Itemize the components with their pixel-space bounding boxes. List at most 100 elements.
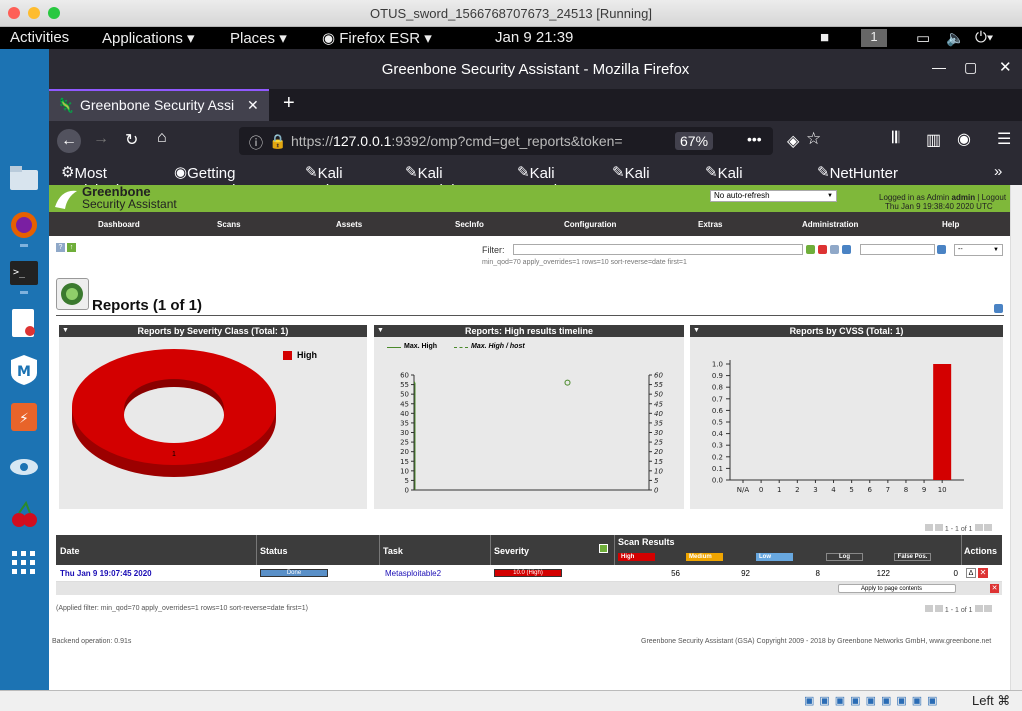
timeline-panel-header[interactable]: ▼ Reports: High results timeline	[374, 325, 684, 337]
workspace-indicator[interactable]: 1	[861, 29, 887, 47]
task-link[interactable]: Metasploitable2	[385, 569, 441, 578]
bookmark-kali-training[interactable]: ✎ Kali Training	[405, 163, 471, 199]
upload-icon[interactable]: ↑	[67, 243, 76, 252]
logout-link[interactable]: Logout	[982, 193, 1006, 202]
delete-icon[interactable]: ✕	[978, 568, 988, 578]
menu-help[interactable]: Help	[942, 220, 959, 229]
files-icon[interactable]	[8, 162, 40, 194]
col-high[interactable]: High	[618, 553, 655, 561]
cherrytree-icon[interactable]	[8, 499, 40, 531]
col-low[interactable]: Low	[756, 553, 793, 561]
pocket-icon[interactable]: ◈	[787, 131, 799, 151]
menu-administration[interactable]: Administration	[802, 220, 858, 229]
last-page-icon[interactable]	[984, 524, 993, 531]
display-icon[interactable]: ▭	[916, 29, 930, 47]
close-icon[interactable]: ✕	[999, 58, 1012, 76]
next-page-icon[interactable]	[974, 524, 983, 531]
hamburger-menu-icon[interactable]: ☰	[997, 129, 1011, 149]
bookmark-kali-forums[interactable]: ✎ Kali Forums	[705, 163, 768, 199]
forward-button[interactable]: →	[93, 130, 109, 148]
account-icon[interactable]: ◉	[957, 129, 971, 149]
col-false-pos[interactable]: False Pos.	[894, 553, 931, 561]
back-button[interactable]: ←	[57, 129, 81, 153]
col-log[interactable]: Log	[826, 553, 863, 561]
minimize-icon[interactable]: —	[932, 59, 946, 75]
collapse-icon[interactable]: ▼	[62, 325, 69, 337]
volume-icon[interactable]: 🔈	[946, 29, 965, 47]
zoom-level[interactable]: 67%	[675, 132, 714, 150]
bulk-delete-icon[interactable]: ✕	[990, 584, 999, 593]
burpsuite-icon[interactable]: ⚡	[8, 401, 40, 433]
filter-help-icon[interactable]	[830, 245, 839, 254]
vm-device-icons[interactable]: ▣▣▣▣▣▣▣▣▣	[804, 694, 943, 707]
page-actions-icon[interactable]: •••	[747, 131, 762, 147]
delta-icon[interactable]: Δ	[966, 568, 976, 578]
metasploit-icon[interactable]: M	[8, 354, 40, 386]
username-link[interactable]: admin	[952, 193, 976, 202]
next-page-icon[interactable]	[974, 605, 983, 612]
new-tab-button[interactable]: +	[283, 92, 295, 115]
eye-icon[interactable]	[8, 451, 40, 483]
bookmark-nethunter[interactable]: ✎ NetHunter	[817, 163, 898, 182]
places-menu[interactable]: Places ▾	[230, 29, 287, 47]
bookmark-kali-linux[interactable]: ✎ Kali Linux	[305, 163, 353, 199]
severity-panel-header[interactable]: ▼ Reports by Severity Class (Total: 1)	[59, 325, 367, 337]
collapse-icon[interactable]: ▼	[693, 325, 700, 337]
severity-filter-icon[interactable]	[599, 544, 608, 553]
save-filter-icon[interactable]	[937, 245, 946, 254]
menu-assets[interactable]: Assets	[336, 220, 362, 229]
help-icon[interactable]: ?	[56, 243, 65, 252]
activities-button[interactable]: Activities	[10, 29, 69, 46]
bookmarks-overflow-icon[interactable]: »	[994, 163, 1002, 180]
menu-extras[interactable]: Extras	[698, 220, 722, 229]
col-date[interactable]: Date	[60, 546, 80, 556]
clock[interactable]: Jan 9 21:39	[495, 29, 573, 46]
camera-icon[interactable]: ■	[820, 29, 829, 46]
page-scrollbar[interactable]	[1010, 185, 1022, 690]
first-page-icon[interactable]	[925, 605, 933, 612]
collapse-icon[interactable]: ▼	[377, 325, 384, 337]
library-icon[interactable]: 𝄃𝄃	[892, 130, 899, 148]
sidebar-icon[interactable]: ▥	[926, 130, 941, 150]
bookmark-getting-started[interactable]: ◉ Getting Started	[174, 163, 235, 199]
col-medium[interactable]: Medium	[686, 553, 723, 561]
refresh-filter-icon[interactable]	[806, 245, 815, 254]
prev-page-icon[interactable]	[934, 605, 943, 612]
info-icon[interactable]: ⓘ	[249, 133, 263, 153]
firefox-app-menu[interactable]: ◉ Firefox ESR ▾	[322, 29, 432, 47]
prev-page-icon[interactable]	[934, 524, 943, 531]
auto-refresh-select[interactable]: No auto-refresh ▼	[710, 190, 837, 202]
edit-dashboard-icon[interactable]	[994, 304, 1003, 313]
terminal-icon[interactable]: >_	[8, 257, 40, 289]
lock-icon[interactable]: 🔒	[269, 133, 286, 150]
cvss-panel-header[interactable]: ▼ Reports by CVSS (Total: 1)	[690, 325, 1003, 337]
url-bar[interactable]: ⓘ 🔒 https://127.0.0.1:9392/omp?cmd=get_r…	[239, 127, 773, 155]
app-grid-icon[interactable]	[8, 547, 40, 579]
filter-select[interactable]: -- ▼	[954, 244, 1003, 256]
reset-filter-icon[interactable]	[818, 245, 827, 254]
edit-filter-icon[interactable]	[842, 245, 851, 254]
bookmark-star-icon[interactable]: ☆	[806, 129, 821, 149]
report-date-link[interactable]: Thu Jan 9 19:07:45 2020	[60, 569, 152, 578]
text-editor-icon[interactable]	[8, 307, 40, 339]
firefox-dock-icon[interactable]	[8, 209, 40, 241]
reload-button[interactable]: ↻	[125, 130, 138, 150]
maximize-icon[interactable]: ▢	[964, 59, 977, 76]
filter-name-input[interactable]	[860, 244, 935, 255]
bookmark-kali-tools[interactable]: ✎ Kali Tools	[517, 163, 565, 199]
bookmark-most-visited[interactable]: ⚙ Most Visited	[61, 163, 119, 199]
home-button[interactable]: ⌂	[157, 129, 167, 147]
menu-secinfo[interactable]: SecInfo	[455, 220, 484, 229]
col-task[interactable]: Task	[383, 546, 403, 556]
menu-scans[interactable]: Scans	[217, 220, 241, 229]
bookmark-kali-docs[interactable]: ✎ Kali Docs	[612, 163, 659, 199]
menu-dashboard[interactable]: Dashboard	[98, 220, 140, 229]
last-page-icon[interactable]	[984, 605, 993, 612]
power-icon[interactable]: ⏻▾	[975, 29, 993, 46]
tab-close-icon[interactable]: ✕	[247, 97, 259, 114]
filter-input[interactable]	[513, 244, 803, 255]
menu-configuration[interactable]: Configuration	[564, 220, 616, 229]
col-status[interactable]: Status	[260, 546, 288, 556]
tab-greenbone[interactable]: 🦎 Greenbone Security Assi ✕	[49, 89, 269, 121]
apply-select[interactable]: Apply to page contents	[838, 584, 956, 593]
